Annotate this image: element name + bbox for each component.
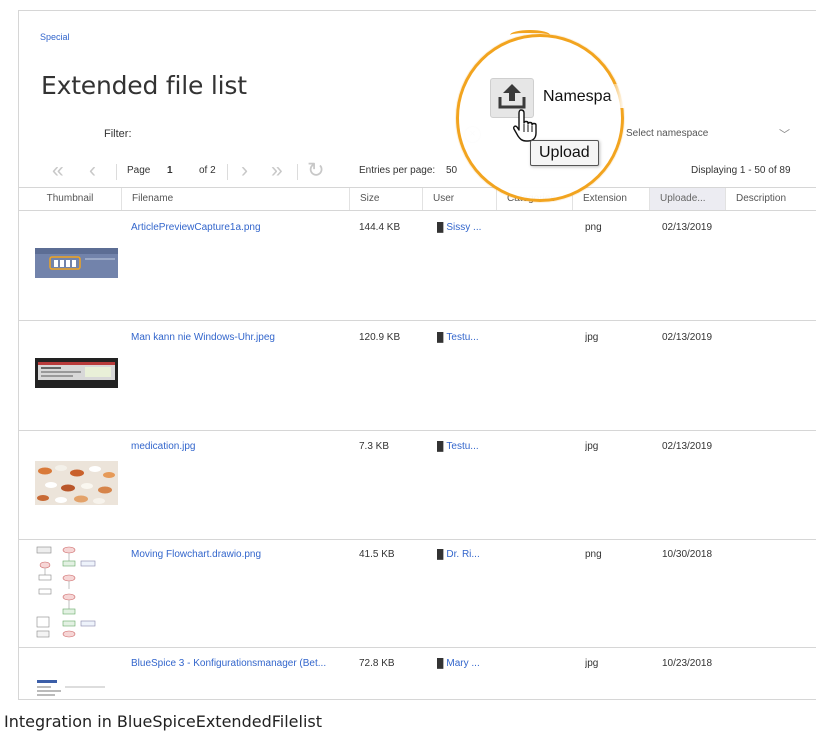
extension-cell: jpg	[585, 441, 599, 452]
pager-divider	[116, 164, 117, 180]
user-link[interactable]: Mary ...	[446, 658, 479, 669]
column-header-description[interactable]: Description	[726, 188, 816, 210]
user-cell[interactable]: █ Testu...	[437, 441, 495, 452]
filename-link[interactable]: BlueSpice 3 - Konfigurationsmanager (Bet…	[131, 658, 346, 669]
user-icon: █	[437, 332, 444, 342]
screenshot-thumbnail-icon[interactable]	[35, 248, 118, 278]
user-link[interactable]: Sissy ...	[446, 222, 481, 233]
user-icon: █	[437, 549, 444, 559]
extension-cell: png	[585, 222, 602, 233]
special-page-frame: Special Extended file list Filter: × Sel…	[18, 10, 816, 700]
namespace-select[interactable]: Select namespace	[626, 128, 708, 139]
user-cell[interactable]: █ Mary ...	[437, 658, 495, 669]
previous-page-icon[interactable]: ‹	[89, 160, 96, 181]
namespace-label-magnified: Namespa	[543, 88, 612, 105]
user-link[interactable]: Testu...	[446, 332, 478, 343]
user-cell[interactable]: █ Dr. Ri...	[437, 549, 495, 560]
entries-per-page-select[interactable]: 50	[446, 165, 457, 176]
filename-link[interactable]: Moving Flowchart.drawio.png	[131, 549, 346, 560]
user-icon: █	[437, 658, 444, 668]
column-header-filename[interactable]: Filename	[122, 188, 350, 210]
breadcrumb[interactable]: Special	[40, 32, 70, 42]
filename-link[interactable]: Man kann nie Windows-Uhr.jpeg	[131, 332, 346, 343]
last-page-icon[interactable]: »	[271, 160, 283, 181]
table-row[interactable]: BlueSpice 3 - Konfigurationsmanager (Bet…	[19, 648, 816, 699]
column-header-user[interactable]: User	[423, 188, 497, 210]
page-label: Page	[127, 165, 151, 176]
user-cell[interactable]: █ Testu...	[437, 332, 495, 343]
filename-link[interactable]: medication.jpg	[131, 441, 346, 452]
text-fade	[608, 84, 624, 108]
file-size: 7.3 KB	[359, 441, 390, 452]
refresh-icon[interactable]: ↻	[307, 160, 325, 181]
page-count-label: of 2	[199, 165, 216, 176]
current-page-input[interactable]: 1	[167, 165, 173, 176]
column-header-thumbnail[interactable]: Thumbnail	[19, 188, 122, 210]
filename-link[interactable]: ArticlePreviewCapture1a.png	[131, 222, 346, 233]
dark-screenshot-thumbnail-icon[interactable]	[35, 358, 118, 388]
file-size: 144.4 KB	[359, 222, 401, 233]
file-size: 72.8 KB	[359, 658, 395, 669]
extension-cell: jpg	[585, 332, 599, 343]
flowchart-thumbnail-icon[interactable]	[35, 545, 101, 641]
filter-label: Filter:	[104, 128, 132, 140]
user-cell[interactable]: █ Sissy ...	[437, 222, 495, 233]
table-row[interactable]: Moving Flowchart.drawio.png 41.5 KB █ Dr.…	[19, 539, 816, 648]
file-size: 120.9 KB	[359, 332, 401, 343]
chevron-down-icon[interactable]: ﹀	[779, 126, 790, 142]
page-title: Extended file list	[41, 71, 247, 100]
table-row[interactable]: medication.jpg 7.3 KB █ Testu... jpg 02/1…	[19, 431, 816, 540]
displaying-count: Displaying 1 - 50 of 89	[691, 165, 791, 176]
extension-cell: jpg	[585, 658, 599, 669]
upload-date: 02/13/2019	[662, 441, 713, 452]
table-row[interactable]: ArticlePreviewCapture1a.png 144.4 KB █ Si…	[19, 212, 816, 321]
pager-toolbar: « ‹ Page 1 of 2 › » ↻ Entries per page: …	[19, 159, 816, 187]
first-page-icon[interactable]: «	[52, 160, 64, 181]
file-size: 41.5 KB	[359, 549, 395, 560]
pager-divider	[297, 164, 298, 180]
next-page-icon[interactable]: ›	[241, 160, 248, 181]
upload-date: 10/23/2018	[662, 658, 713, 669]
user-link[interactable]: Dr. Ri...	[446, 549, 479, 560]
column-header-extension[interactable]: Extension	[573, 188, 650, 210]
upload-date: 02/13/2019	[662, 222, 713, 233]
user-icon: █	[437, 222, 444, 232]
extension-cell: png	[585, 549, 602, 560]
user-icon: █	[437, 441, 444, 451]
table-row[interactable]: Man kann nie Windows-Uhr.jpeg 120.9 KB █…	[19, 322, 816, 431]
column-header-size[interactable]: Size	[350, 188, 423, 210]
upload-tooltip: Upload	[530, 140, 599, 166]
config-screenshot-thumbnail-icon[interactable]	[35, 678, 118, 699]
entries-per-page-label: Entries per page:	[359, 165, 436, 176]
grid-header: Thumbnail Filename Size User Categories …	[19, 187, 816, 211]
upload-date: 02/13/2019	[662, 332, 713, 343]
figure-caption: Integration in BlueSpiceExtendedFilelist	[4, 712, 322, 731]
column-header-uploaded[interactable]: Uploade...	[650, 188, 726, 210]
pager-divider	[227, 164, 228, 180]
user-link[interactable]: Testu...	[446, 441, 478, 452]
upload-date: 10/30/2018	[662, 549, 713, 560]
pills-photo-thumbnail-icon[interactable]	[35, 461, 118, 505]
highlight-ring-tail	[510, 30, 550, 40]
